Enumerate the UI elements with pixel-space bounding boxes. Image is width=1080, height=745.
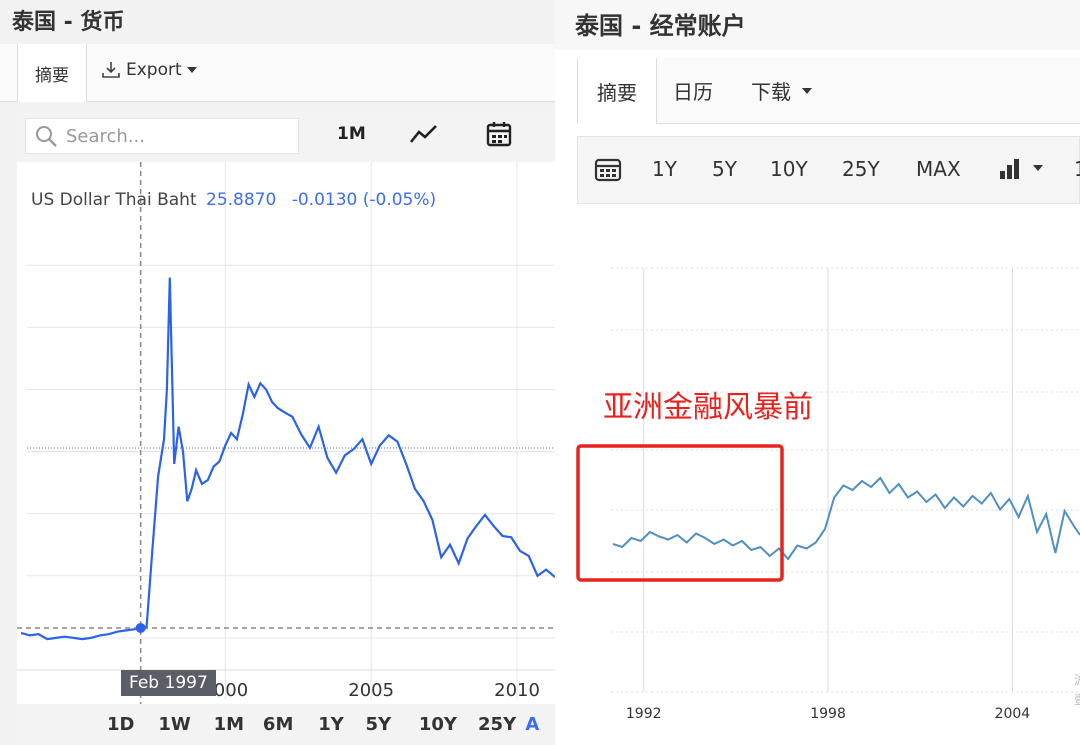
x-tick-label: 2010	[494, 680, 540, 701]
download-icon	[102, 62, 120, 78]
current-account-panel: 泰国 - 经常账户 摘要 日历 下载 1Y 5Y 10Y 25Y MAX 199…	[555, 0, 1080, 745]
range-button[interactable]: 25Y	[478, 714, 525, 735]
range-button[interactable]: 10Y	[419, 714, 478, 735]
current-account-line-chart: 1992 1998 2004 沪壹	[576, 267, 1080, 722]
export-button[interactable]: Export	[100, 60, 198, 80]
legend-change: -0.0130 (-0.05%)	[291, 190, 437, 210]
caret-down-icon	[186, 67, 197, 73]
range-button[interactable]: 1W	[158, 714, 213, 735]
tab-summary[interactable]: 摘要	[17, 44, 87, 102]
screenshot-composite: 泰国 - 货币 摘要 Export Search... 1M 2000 2005…	[0, 0, 1080, 745]
x-tick-label: 1992	[626, 706, 662, 722]
currency-panel-title: 泰国 - 货币	[12, 10, 125, 35]
range-button[interactable]: 1Y	[318, 714, 365, 735]
crisis-annotation-label: 亚洲金融风暴前	[603, 390, 813, 425]
chart-legend: US Dollar Thai Baht 25.8870 -0.0130 (-0.…	[31, 190, 436, 210]
currency-tab-bar: 摘要 Export	[0, 44, 555, 102]
x-tick-label: 2004	[995, 706, 1031, 722]
watermark-glyph: 壹	[1074, 693, 1080, 707]
watermark-glyph: 沪	[1074, 673, 1080, 687]
series-line	[612, 476, 1080, 561]
legend-value: 25.8870	[206, 190, 277, 210]
export-label: Export	[126, 60, 182, 80]
crosshair-marker	[135, 622, 146, 633]
currency-chart-container: Search... 1M 2000 2005 2010 US Dollar Thai…	[17, 110, 555, 745]
range-button[interactable]: 1D	[107, 714, 158, 735]
currency-panel: 泰国 - 货币 摘要 Export Search... 1M 2000 2005…	[0, 0, 555, 745]
x-tick-label: 2005	[348, 680, 394, 701]
crisis-highlight-box	[576, 444, 784, 582]
time-range-bar: 1D 1W 1M 6M 1Y 5Y 10Y 25Y A	[17, 704, 555, 745]
x-tick-label: 1998	[810, 706, 846, 722]
range-button[interactable]: A	[525, 714, 555, 735]
legend-series-name: US Dollar Thai Baht	[31, 190, 197, 210]
range-button[interactable]: 6M	[263, 714, 318, 735]
crosshair-date-tooltip: Feb 1997	[121, 670, 216, 696]
range-button[interactable]: 1M	[214, 714, 263, 735]
range-button[interactable]: 5Y	[366, 714, 419, 735]
series-line	[20, 277, 555, 641]
